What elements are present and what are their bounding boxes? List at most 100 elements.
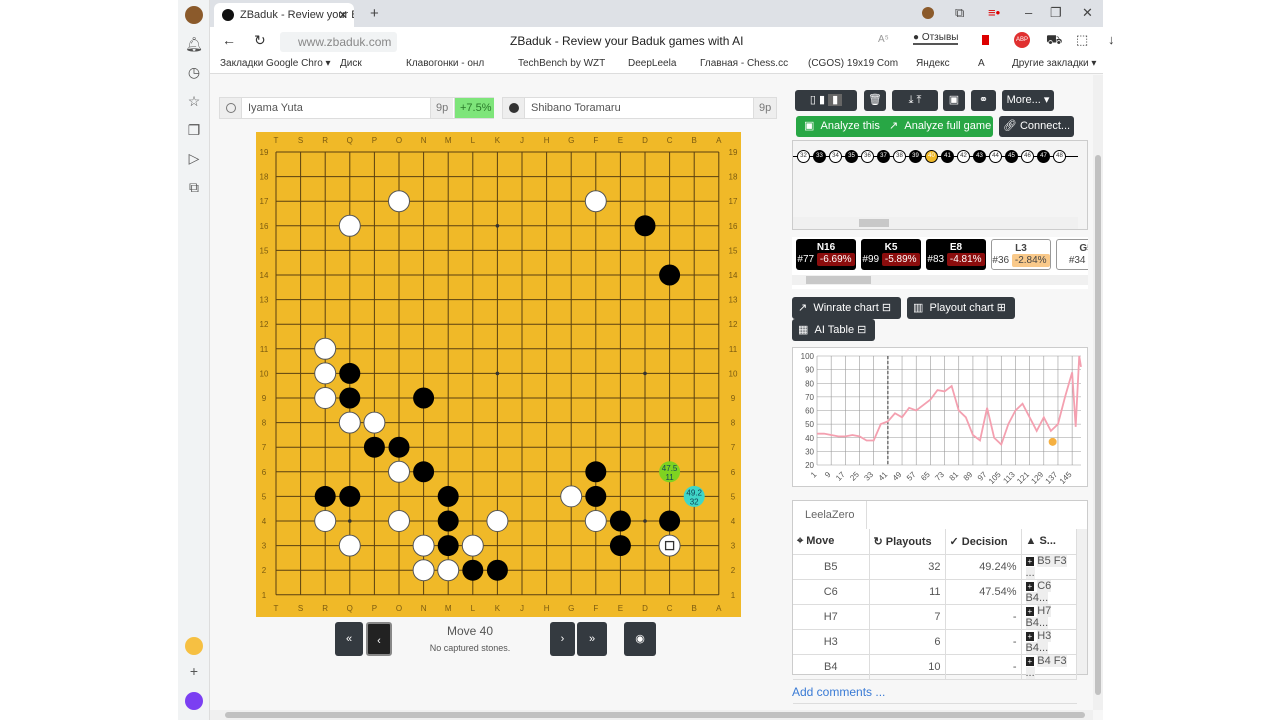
analyze-full-game-button[interactable]: ↗ Analyze full game — [889, 120, 991, 132]
star-icon[interactable]: ☆ — [185, 92, 203, 110]
expand-icon[interactable]: + — [1025, 631, 1035, 641]
move-node[interactable]: 42 — [957, 150, 970, 163]
bookmark-item[interactable]: Диск — [340, 58, 362, 69]
ai-table-toggle[interactable]: ▦ AI Table ⊟ — [792, 319, 875, 341]
col-sequence[interactable]: ▲ S... — [1021, 529, 1077, 555]
move-node[interactable]: 35 — [845, 150, 858, 163]
scrollbar-thumb[interactable] — [1095, 155, 1101, 695]
move-node[interactable]: 46 — [1021, 150, 1034, 163]
move-node[interactable]: 45 — [1005, 150, 1018, 163]
horizontal-scrollbar[interactable] — [210, 710, 1093, 720]
copy-icon[interactable]: ▮ — [819, 94, 825, 106]
profile-avatar[interactable] — [185, 6, 203, 24]
tab-leelazero[interactable]: LeelaZero — [793, 501, 867, 529]
tab-zbaduk[interactable]: ZBaduk - Review your B...✕ — [214, 3, 354, 27]
bookmark-item[interactable]: TechBench by WZT — [518, 58, 605, 69]
last-move-button[interactable]: » — [577, 622, 607, 656]
connect-button[interactable]: 🔗︎ Connect... — [999, 116, 1074, 137]
move-node[interactable]: 32 — [797, 150, 810, 163]
table-row[interactable]: B5 32 49.24% + B5 F3 ... — [793, 554, 1077, 580]
minimize-button[interactable]: – — [1025, 5, 1032, 20]
next-move-button[interactable]: › — [550, 622, 575, 656]
move-tree-hscroll[interactable] — [793, 217, 1078, 229]
expand-icon[interactable]: + — [1025, 606, 1035, 616]
prev-move-button[interactable]: ‹ — [366, 622, 392, 656]
move-node[interactable]: 41 — [941, 150, 954, 163]
move-node[interactable]: 43 — [973, 150, 986, 163]
expand-icon[interactable]: + — [1025, 581, 1035, 591]
analyze-this-button[interactable]: ▣ Analyze this — [804, 120, 880, 132]
move-node[interactable]: 33 — [813, 150, 826, 163]
best-move-card[interactable]: E8 #83 -4.81% — [926, 239, 986, 270]
url-field[interactable]: www.zbaduk.com — [280, 32, 398, 52]
new-file-icon[interactable]: ▯ — [810, 94, 816, 106]
back-icon[interactable]: ← — [222, 32, 236, 48]
collections-button[interactable]: ⧉ — [955, 5, 964, 21]
playout-chart-toggle[interactable]: ▥ Playout chart ⊞ — [907, 297, 1015, 319]
extension-icon[interactable]: ⛟ — [1046, 32, 1062, 50]
page-scrollbar[interactable] — [1093, 75, 1103, 710]
collections-icon[interactable]: ❐ — [185, 121, 203, 139]
best-move-card[interactable]: N16 #77 -6.69% — [796, 239, 856, 270]
expand-icon[interactable]: + — [1025, 556, 1035, 566]
profile-icon[interactable] — [922, 7, 934, 19]
translate-icon[interactable]: A⁵ — [878, 34, 889, 45]
white-player-name[interactable]: Iyama Yuta — [248, 102, 303, 114]
best-move-card[interactable]: K5 #99 -5.89% — [861, 239, 921, 270]
move-node[interactable]: 44 — [989, 150, 1002, 163]
bookmark-item[interactable]: Клавогонки - онл — [406, 58, 484, 69]
adblock-icon[interactable]: ABP — [1014, 32, 1030, 48]
col-move[interactable]: ⌖ Move — [793, 529, 870, 555]
best-move-card[interactable]: L3 #36 -2.84% — [991, 239, 1051, 270]
add-icon[interactable]: + — [185, 662, 203, 680]
history-icon[interactable]: ◷ — [185, 63, 203, 81]
reviews-button[interactable]: ● Отзывы — [913, 32, 959, 45]
table-row[interactable]: C6 11 47.54% + C6 B4... — [793, 579, 1077, 605]
delete-button[interactable]: 🗑︎ — [864, 90, 886, 111]
download-icon[interactable]: ↓ — [1108, 32, 1115, 47]
bookmark-item[interactable]: DeepLeela — [628, 58, 676, 69]
move-node[interactable]: 47 — [1037, 150, 1050, 163]
more-button[interactable]: More... ▾ — [1002, 90, 1054, 111]
scrollbar-thumb[interactable] — [859, 219, 889, 227]
table-row[interactable]: H3 6- + H3 B4... — [793, 629, 1077, 655]
close-tab-icon[interactable]: ✕ — [338, 8, 348, 22]
best-moves-scrollbar[interactable] — [792, 275, 1088, 285]
move-node[interactable]: 40 — [925, 150, 938, 163]
new-tab-button[interactable]: + — [370, 5, 379, 22]
bookmark-item[interactable]: Закладки Google Chro ▾ — [220, 58, 331, 69]
upload-icon[interactable]: ⤒ — [917, 94, 922, 106]
restore-button[interactable]: ❐ — [1050, 5, 1062, 21]
save-button[interactable]: ▣ — [943, 90, 965, 111]
add-comments-link[interactable]: Add comments ... — [792, 685, 885, 699]
go-board[interactable]: TTSSRRQQPPOONNMMLLKKJJHHGGFFEEDDCCBBAA1 1… — [256, 132, 741, 617]
winrate-chart-toggle[interactable]: ↗ Winrate chart ⊟ — [792, 297, 901, 319]
bookmark-item[interactable]: (CGOS) 19x19 Com — [808, 58, 898, 69]
ai-table-scrollbar[interactable] — [1077, 529, 1087, 674]
move-node[interactable]: 38 — [893, 150, 906, 163]
toggle-hints-button[interactable]: ◉ — [624, 622, 656, 656]
reload-icon[interactable]: ↻ — [254, 32, 266, 49]
move-node[interactable]: 37 — [877, 150, 890, 163]
move-node[interactable]: 48 — [1053, 150, 1066, 163]
bookmark-item[interactable]: Яндекс — [916, 58, 950, 69]
alice-icon[interactable] — [185, 637, 203, 655]
best-move-card[interactable]: G5#34 -2 — [1056, 239, 1088, 270]
share-button[interactable]: ⚭ — [971, 90, 996, 111]
bookmark-icon[interactable] — [982, 35, 989, 45]
notifications-icon[interactable]: ≡• — [988, 5, 1000, 20]
move-node[interactable]: 36 — [861, 150, 874, 163]
move-node[interactable]: 39 — [909, 150, 922, 163]
col-decision[interactable]: ✓ Decision — [945, 529, 1022, 555]
extensions-icon[interactable]: ⬚ — [1076, 32, 1088, 48]
other-bookmarks[interactable]: Другие закладки ▾ — [1012, 58, 1096, 69]
bookmark-item[interactable]: A — [978, 58, 985, 69]
assistant-icon[interactable] — [185, 692, 203, 710]
black-player-name[interactable]: Shibano Toramaru — [531, 102, 621, 114]
zen-icon[interactable]: ⧉ — [185, 178, 203, 196]
col-playouts[interactable]: ↻ Playouts — [869, 529, 946, 555]
play-icon[interactable]: ▷ — [185, 149, 203, 167]
bookmark-item[interactable]: Главная - Chess.cc — [700, 58, 788, 69]
close-window-button[interactable]: ✕ — [1082, 5, 1093, 21]
scrollbar-thumb[interactable] — [806, 276, 871, 284]
